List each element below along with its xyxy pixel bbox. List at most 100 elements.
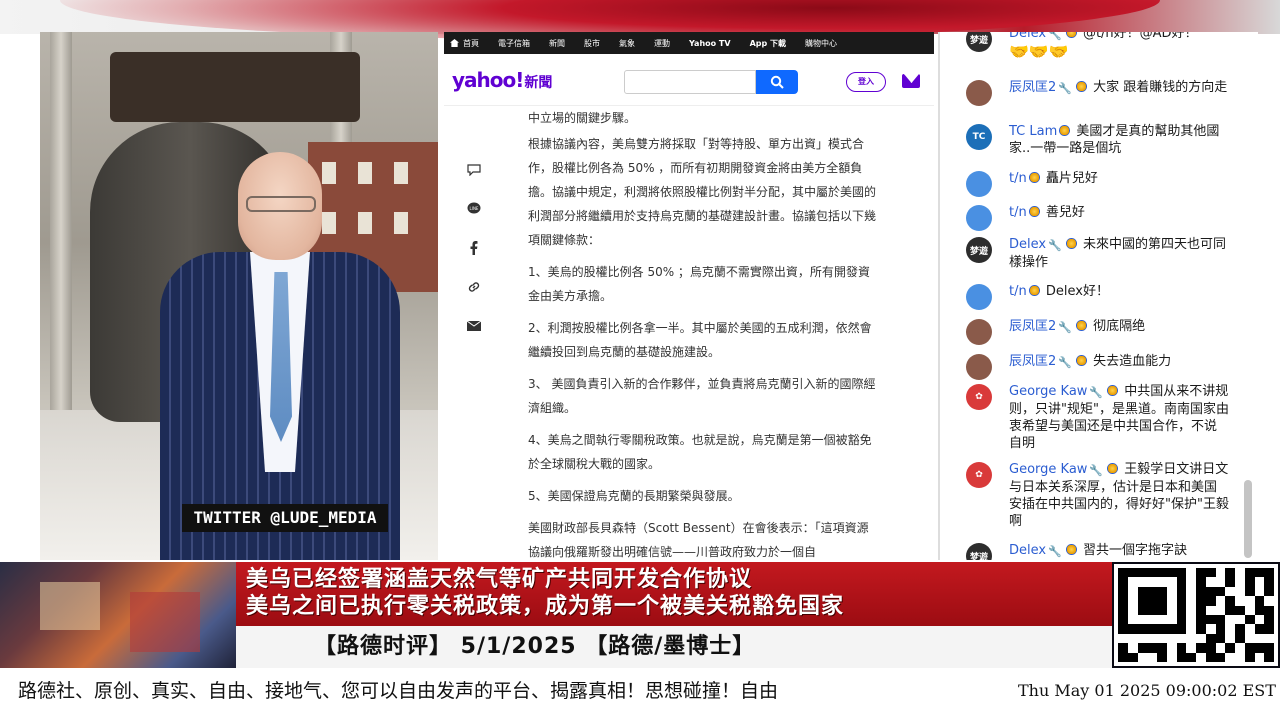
svg-text:LINE: LINE [470,206,479,211]
line-icon[interactable]: LINE [462,189,486,228]
chat-author[interactable]: 辰凤匡2 [1009,319,1056,334]
chat-author[interactable]: t/n [1009,205,1027,220]
video-feed [40,32,438,560]
article-body: 中立場的關鍵步驟。 根據協議內容，美烏雙方將採取「對等持股、單方出資」模式合作，… [528,106,878,560]
chat-scrollbar[interactable] [1244,480,1252,558]
comment-icon[interactable] [462,150,486,189]
lower-third: 美乌已经签署涵盖天然气等矿产共同开发合作协议 美乌之间已执行零关税政策，成为第一… [0,562,1280,668]
article-paragraph: 5、美國保證烏克蘭的長期繁榮與發展。 [528,489,740,503]
nav-stocks[interactable]: 股市 [584,38,600,49]
presenter [160,152,400,560]
facebook-icon[interactable] [462,228,486,267]
chat-text: Delex好！ [1045,284,1109,299]
chat-text: 習共一個字拖字訣 [1082,543,1187,558]
nav-sports[interactable]: 運動 [654,38,670,49]
wrench-icon: 🔧 [1058,321,1072,334]
chat-emoji: 🤝🤝🤝 [1009,42,1069,61]
chat-author[interactable]: George Kaw [1009,384,1087,399]
wrench-icon: 🔧 [1048,545,1062,558]
nav-weather[interactable]: 氣象 [619,38,635,49]
ticker-datetime: Thu May 01 2025 09:00:02 EST [1018,681,1276,700]
login-button[interactable]: 登入 [846,72,886,92]
article-paragraph: 2、利潤按股權比例各拿一半。其中屬於美國的五成利潤，依然會繼續投回到烏克蘭的基礎… [528,321,872,359]
program-bar: 【路德时评】 5/1/2025 【路德/墨博士】 [236,626,1112,668]
headline-bar: 美乌已经签署涵盖天然气等矿产共同开发合作协议 美乌之间已执行零关税政策，成为第一… [236,562,1112,626]
member-badge-icon [1028,285,1040,296]
avatar[interactable] [966,171,992,197]
headline-line-1: 美乌已经签署涵盖天然气等矿产共同开发合作协议 [246,567,753,592]
chat-author[interactable]: Delex [1009,237,1046,252]
member-badge-icon [1065,238,1077,249]
article-paragraph: 3、 美國負責引入新的合作夥伴，並負責將烏克蘭引入新的國際經濟組織。 [528,377,876,415]
member-badge-icon [1065,32,1077,38]
chat-author[interactable]: 辰凤匡2 [1009,354,1056,369]
avatar[interactable]: ✿ [966,462,992,488]
member-badge-icon [1075,320,1087,331]
chat-author[interactable]: t/n [1009,171,1027,186]
avatar[interactable]: TC [966,124,992,150]
chat-text: 失去造血能力 [1093,354,1172,369]
search-input[interactable] [624,70,756,94]
twitter-handle-tag: TWITTER @LUDE_MEDIA [182,504,388,532]
article-paragraph: 1、美烏的股權比例各 50% ；烏克蘭不需實際出資，所有開發資金由美方承擔。 [528,265,870,303]
nav-news[interactable]: 新聞 [549,38,565,49]
avatar[interactable] [966,354,992,380]
nav-mail[interactable]: 電子信箱 [498,38,530,49]
chat-author[interactable]: t/n [1009,284,1027,299]
avatar[interactable] [966,319,992,345]
headline-line-2: 美乌之间已执行零关税政策，成为第一个被美关税豁免国家 [246,594,845,619]
nav-shopping[interactable]: 購物中心 [805,38,837,49]
chat-text: @t/n好！@AD好！ [1082,32,1198,41]
chat-author[interactable]: Delex [1009,543,1046,558]
lower-third-photo [0,562,236,668]
news-article-window: 首頁 電子信箱 新聞 股市 氣象 運動 Yahoo TV App 下載 購物中心… [444,32,934,560]
link-icon[interactable] [462,267,486,306]
share-rail: LINE [462,150,486,345]
live-chat-panel: 梦遊 Delex 🔧 @t/n好！@AD好！ 🤝🤝🤝 辰凤匡2 🔧 大家 跟着賺钱的方… [940,32,1258,560]
ticker-text: 路德社、原创、真实、自由、接地气、您可以自由发声的平台、揭露真相！思想碰撞！自由 [18,680,779,702]
member-badge-icon [1107,463,1119,474]
avatar[interactable]: ✿ [966,384,992,410]
wrench-icon: 🔧 [1048,239,1062,252]
program-title: 【路德时评】 5/1/2025 【路德/墨博士】 [314,634,756,659]
article-paragraph: 中立場的關鍵步驟。 [528,111,637,125]
article-paragraph: 4、美烏之間執行零關稅政策。也就是說，烏克蘭是第一個被豁免於全球關稅大戰的國家。 [528,433,872,471]
chat-text: 彻底隔绝 [1093,319,1146,334]
search-icon [770,75,784,89]
article-paragraph: 美國財政部長貝森特（Scott Bessent）在會後表示：「這項資源協議向俄羅… [528,521,869,559]
member-badge-icon [1028,172,1040,183]
nav-home[interactable]: 首頁 [450,38,479,49]
wrench-icon: 🔧 [1089,464,1104,477]
nav-yahoo-tv[interactable]: Yahoo TV [689,39,731,48]
nav-app-download[interactable]: App 下載 [750,38,786,49]
member-badge-icon [1028,206,1040,217]
member-badge-icon [1075,81,1087,92]
ticker-bar: 路德社、原创、真实、自由、接地气、您可以自由发声的平台、揭露真相！思想碰撞！自由… [0,668,1280,720]
avatar[interactable]: 梦遊 [966,32,992,52]
chat-text: 大家 跟着賺钱的方向走 [1093,80,1228,95]
chat-author[interactable]: George Kaw [1009,462,1087,477]
wrench-icon: 🔧 [1089,386,1104,399]
member-badge-icon [1059,125,1071,136]
chat-author[interactable]: 辰凤匡2 [1009,80,1056,95]
qr-code [1114,564,1278,666]
avatar[interactable] [966,284,992,310]
yahoo-top-nav: 首頁 電子信箱 新聞 股市 氣象 運動 Yahoo TV App 下載 購物中心 [444,32,934,54]
wrench-icon: 🔧 [1058,82,1072,95]
chat-text: 矗片兒好 [1045,171,1098,186]
yahoo-logo[interactable]: yahoo!新聞 [452,68,552,92]
avatar[interactable] [966,80,992,106]
member-badge-icon [1065,544,1077,555]
wrench-icon: 🔧 [1058,356,1072,369]
avatar[interactable]: 梦遊 [966,543,992,560]
mail-share-icon[interactable] [462,306,486,345]
mail-icon[interactable] [902,74,920,88]
avatar[interactable] [966,205,992,231]
avatar[interactable]: 梦遊 [966,237,992,263]
home-icon [450,39,459,47]
chat-author[interactable]: TC Lam [1009,124,1057,139]
chat-text: 善兒好 [1045,205,1085,220]
chat-author[interactable]: Delex [1009,32,1046,41]
member-badge-icon [1075,355,1087,366]
search-button[interactable] [756,70,798,94]
